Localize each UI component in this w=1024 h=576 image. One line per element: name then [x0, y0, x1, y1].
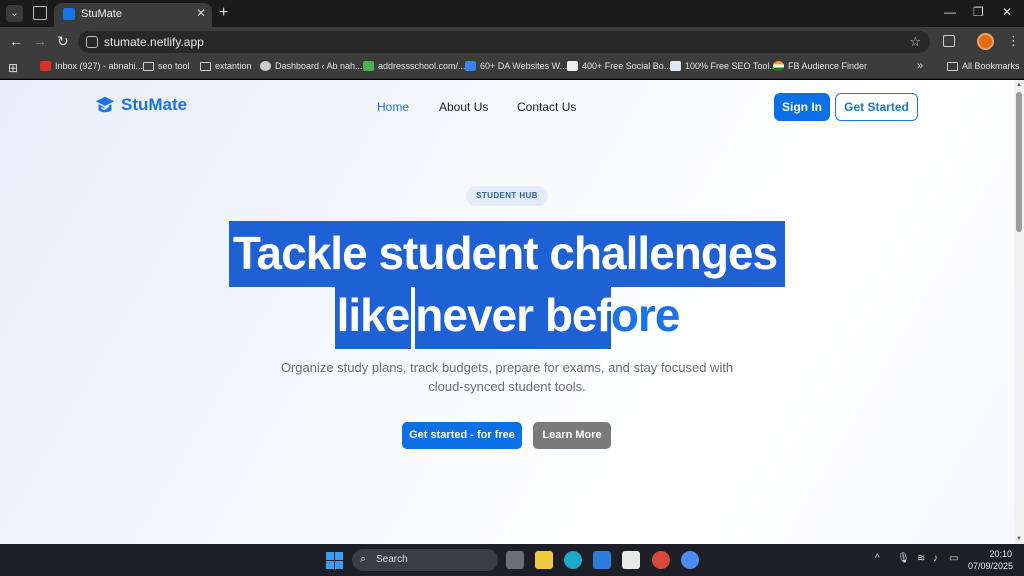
hero-word-ore: ore: [610, 289, 681, 341]
restore-icon[interactable]: ❐: [973, 5, 984, 19]
menu-dots-icon[interactable]: ⋮: [1007, 33, 1020, 49]
wordpress-icon: [260, 61, 271, 71]
seo-tool-icon: [670, 61, 681, 71]
bookmark-gmail[interactable]: Inbox (927) - abnahi...: [40, 61, 143, 71]
browser-toolbar: ← → ↻ stumate.netlify.app ☆ ⋮: [0, 27, 1024, 57]
scroll-down-icon[interactable]: ▼: [1016, 536, 1022, 542]
profile-avatar[interactable]: [977, 33, 994, 50]
volume-icon[interactable]: ♪: [933, 553, 938, 564]
tab-stumate[interactable]: StuMate ✕: [54, 3, 212, 27]
bookmark-social-bookmarks[interactable]: 400+ Free Social Bo...: [567, 61, 671, 71]
edge-icon[interactable]: [564, 551, 582, 569]
windows-start-icon[interactable]: [326, 552, 343, 569]
tab-close-icon[interactable]: ✕: [196, 6, 206, 20]
task-view-icon[interactable]: [506, 551, 524, 569]
taskbar-clock[interactable]: 20:10 07/09/2025: [968, 548, 1014, 572]
folder-icon: [200, 61, 211, 71]
nav-contact[interactable]: Contact Us: [517, 100, 576, 114]
scroll-up-icon[interactable]: ▲: [1016, 82, 1022, 88]
graduation-cap-icon: [95, 96, 115, 113]
hero-subtitle-line-1: Organize study plans, track budgets, pre…: [280, 360, 734, 375]
site-logo[interactable]: StuMate: [94, 94, 187, 116]
page-scrollbar[interactable]: ▲ ▼: [1014, 80, 1024, 544]
tray-chevron-icon[interactable]: ^: [875, 553, 880, 564]
bookmark-da-websites[interactable]: 60+ DA Websites W...: [465, 61, 567, 71]
hero-subtitle-line-2: cloud-synced student tools.: [428, 379, 586, 394]
bookmark-fb-audience[interactable]: FB Audience Finder: [773, 61, 867, 71]
bookmark-label: 100% Free SEO Tool...: [685, 61, 777, 71]
store-icon[interactable]: [622, 551, 640, 569]
folder-icon: [947, 61, 958, 71]
bookmark-addressschool[interactable]: addressschool.com/...: [363, 61, 466, 71]
tab-search-icon[interactable]: ⌄: [6, 5, 23, 22]
bookmark-dashboard[interactable]: Dashboard ‹ Ab nah...: [260, 61, 363, 71]
tab-title: StuMate: [81, 8, 122, 20]
file-explorer-icon[interactable]: [535, 551, 553, 569]
bookmark-extantion[interactable]: extantion: [200, 61, 252, 71]
search-placeholder: Search: [376, 554, 408, 565]
vscode-icon[interactable]: [593, 551, 611, 569]
nav-about[interactable]: About Us: [439, 100, 488, 114]
windows-taskbar: ⌕ Search ^ 🎙 ≋ ♪ ▭ 20:10 07/09/2025: [0, 544, 1024, 576]
bookmark-star-icon[interactable]: ☆: [909, 34, 921, 50]
extensions-icon[interactable]: [943, 35, 955, 47]
student-hub-badge: STUDENT HUB: [466, 186, 548, 206]
clock-time: 20:10: [989, 549, 1012, 559]
bookmark-label: addressschool.com/...: [378, 61, 466, 71]
bookmark-label: FB Audience Finder: [788, 61, 868, 71]
more-bookmarks-icon[interactable]: »: [917, 60, 923, 72]
india-flag-icon: [773, 61, 784, 71]
wifi-icon[interactable]: ≋: [917, 553, 925, 564]
bookmarks-bar: ⊞ Inbox (927) - abnahi... seo tool extan…: [0, 57, 1024, 79]
apps-grid-icon[interactable]: ⊞: [8, 61, 18, 75]
chrome-icon[interactable]: [652, 551, 670, 569]
gmail-icon: [40, 61, 51, 71]
nav-home[interactable]: Home: [377, 100, 409, 114]
stumate-favicon-icon: [63, 8, 75, 20]
close-window-icon[interactable]: ✕: [1002, 5, 1012, 19]
tab-group-icon[interactable]: [33, 6, 47, 20]
bookmark-label: Inbox (927) - abnahi...: [55, 61, 144, 71]
sign-in-button[interactable]: Sign In: [774, 93, 830, 121]
bookmark-label: 60+ DA Websites W...: [480, 61, 568, 71]
search-icon: ⌕: [360, 553, 367, 565]
battery-icon[interactable]: ▭: [949, 553, 958, 564]
folder-icon: [143, 61, 154, 71]
bookmark-free-seo-tools[interactable]: 100% Free SEO Tool...: [670, 61, 777, 71]
back-icon[interactable]: ←: [9, 34, 23, 48]
brand-name: StuMate: [121, 95, 188, 114]
scroll-thumb[interactable]: [1016, 92, 1022, 232]
bookmark-seo-tool[interactable]: seo tool: [143, 61, 190, 71]
get-started-free-button[interactable]: Get started - for free: [402, 422, 522, 449]
address-bar[interactable]: stumate.netlify.app ☆: [78, 31, 930, 53]
hero-word-never-bef: never bef: [415, 283, 612, 349]
hero-heading-line-1: Tackle student challenges: [0, 221, 1014, 287]
tab-strip: ⌄ StuMate ✕ + — ❐ ✕: [0, 0, 1024, 27]
bookmark-label: Dashboard ‹ Ab nah...: [275, 61, 363, 71]
microphone-icon[interactable]: 🎙: [897, 553, 910, 564]
get-started-button[interactable]: Get Started: [835, 93, 918, 121]
all-bookmarks-label: All Bookmarks: [962, 61, 1020, 71]
hero-word-like: like: [334, 283, 412, 349]
all-bookmarks[interactable]: All Bookmarks: [947, 61, 1020, 71]
bookmark-label: seo tool: [158, 61, 190, 71]
s-site-icon: [465, 61, 476, 71]
minimize-icon[interactable]: —: [944, 5, 956, 19]
hero-heading-line-2: like never before: [0, 283, 1014, 349]
url-text[interactable]: stumate.netlify.app: [104, 35, 204, 49]
addressschool-icon: [363, 61, 374, 71]
clock-date: 07/09/2025: [968, 561, 1014, 571]
new-tab-icon[interactable]: +: [219, 4, 228, 22]
bookmark-label: 400+ Free Social Bo...: [582, 61, 672, 71]
bookmark-label: extantion: [215, 61, 252, 71]
page-icon: [567, 61, 578, 71]
forward-icon[interactable]: →: [33, 34, 47, 48]
reload-icon[interactable]: ↻: [57, 34, 69, 48]
learn-more-button[interactable]: Learn More: [533, 422, 611, 449]
chrome-profile-icon[interactable]: [681, 551, 699, 569]
taskbar-search[interactable]: ⌕ Search: [352, 549, 498, 571]
hero-line-1-text: Tackle student challenges: [228, 221, 786, 287]
page-viewport: StuMate Home About Us Contact Us Sign In…: [0, 80, 1014, 544]
site-info-icon[interactable]: [86, 36, 98, 48]
